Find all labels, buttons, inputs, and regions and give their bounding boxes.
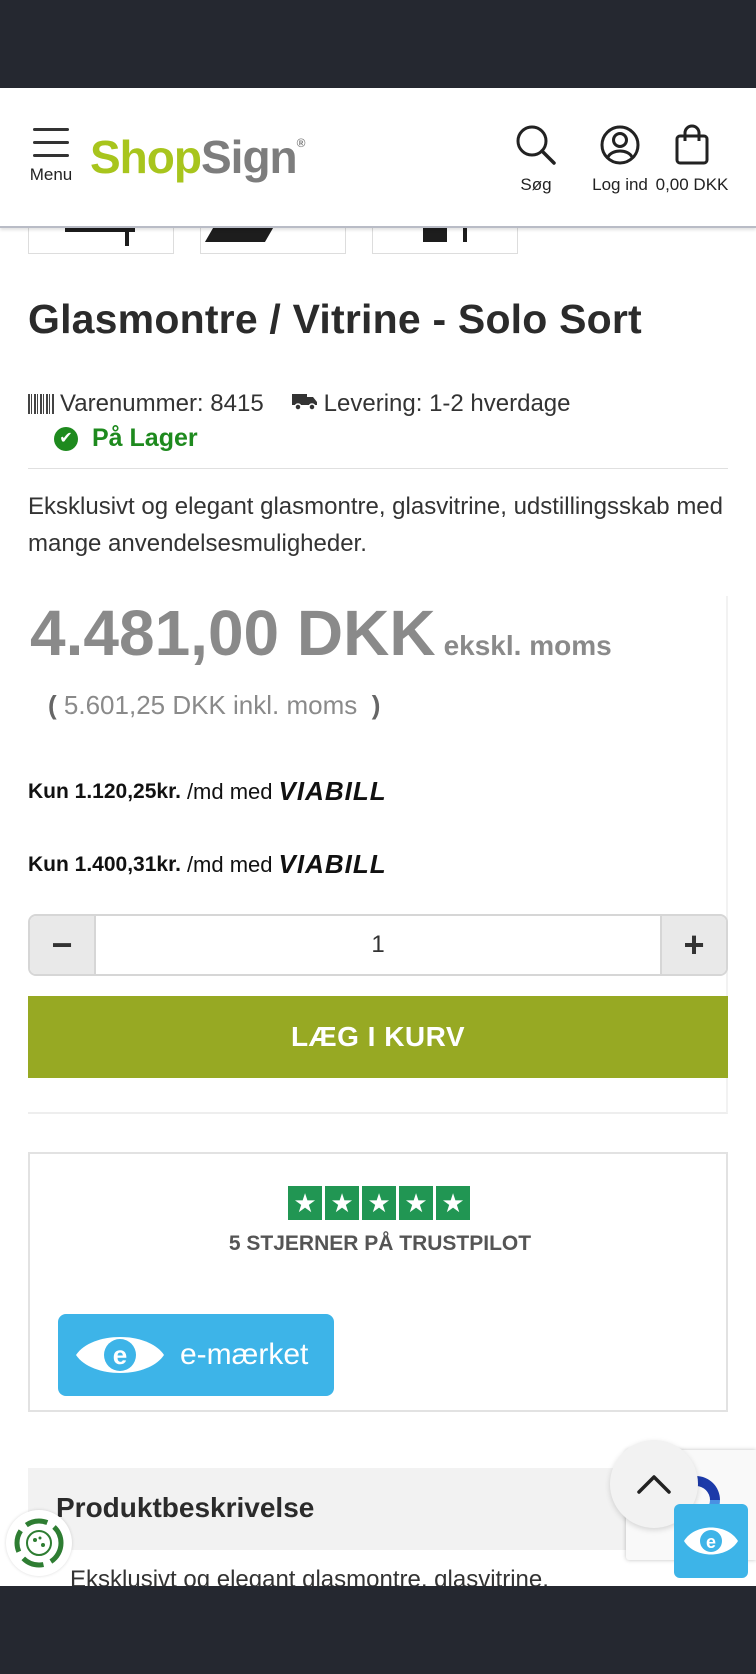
cookie-icon — [14, 1518, 64, 1568]
site-header: Menu ShopSign® Søg Log ind 0,00 DKK — [0, 88, 756, 228]
product-title: Glasmontre / Vitrine - Solo Sort — [28, 296, 642, 342]
logo-registered-mark: ® — [296, 136, 306, 150]
stock-status: ✔ På Lager — [54, 424, 198, 453]
paren-open: ( — [48, 690, 57, 720]
product-thumbnail[interactable] — [372, 228, 518, 254]
search-label: Søg — [520, 175, 552, 194]
emaerket-badge[interactable]: e e-mærket — [58, 1314, 334, 1396]
trustpilot-stars[interactable]: ★ ★ ★ ★ ★ — [288, 1186, 473, 1220]
eye-icon: e — [684, 1527, 738, 1555]
viabill-per-month: /md med — [186, 851, 273, 877]
viabill-offer-2[interactable]: Kun 1.400,31kr. /md med VIABILL — [28, 849, 387, 880]
truck-icon — [291, 390, 318, 418]
viabill-offer-1[interactable]: Kun 1.120,25kr. /md med VIABILL — [28, 776, 387, 807]
system-navigation-bar — [0, 1586, 756, 1674]
price-value: 4.481,00 DKK — [30, 597, 436, 669]
delivery-text: Levering: 1-2 hverdage — [323, 390, 571, 417]
svg-text:e: e — [706, 1532, 716, 1552]
sku-text: Varenummer: 8415 — [60, 390, 264, 417]
hamburger-icon — [26, 128, 76, 157]
cart-total: 0,00 DKK — [655, 175, 729, 194]
svg-text:e: e — [113, 1340, 127, 1370]
add-to-cart-button[interactable]: LÆG I KURV — [28, 996, 728, 1078]
search-icon — [516, 125, 556, 165]
quantity-input[interactable]: 1 — [96, 916, 660, 974]
check-circle-icon: ✔ — [54, 426, 78, 451]
viabill-amount: Kun 1.120,25kr. — [28, 779, 181, 803]
price-incl-vat: ( 5.601,25 DKK inkl. moms ) — [48, 690, 380, 721]
star-icon: ★ — [288, 1186, 322, 1220]
product-thumbnail[interactable] — [200, 228, 346, 254]
trust-box: ★ ★ ★ ★ ★ 5 STJERNER PÅ TRUSTPILOT e e-mærke… — [28, 1152, 728, 1412]
increase-quantity-button[interactable]: + — [660, 916, 726, 974]
product-meta: Varenummer: 8415 Levering: 1-2 hverdage — [28, 390, 571, 418]
viabill-logo: VIABILL — [278, 849, 387, 879]
cookie-settings-button[interactable] — [6, 1510, 72, 1576]
barcode-icon — [28, 394, 54, 414]
star-icon: ★ — [325, 1186, 359, 1220]
viabill-per-month: /md med — [186, 778, 273, 804]
stock-text: På Lager — [92, 424, 198, 452]
accessibility-eye-button[interactable]: e — [674, 1504, 748, 1578]
shopping-bag-icon — [675, 124, 709, 165]
ex-vat-label: ekskl. moms — [443, 630, 612, 661]
user-icon — [600, 125, 640, 165]
incl-vat-text: 5.601,25 DKK inkl. moms — [63, 690, 358, 720]
paren-close: ) — [371, 690, 381, 720]
viabill-amount: Kun 1.400,31kr. — [28, 852, 181, 876]
price-box: 4.481,00 DKK ekskl. moms ( 5.601,25 DKK i… — [28, 596, 728, 1114]
logo-shop-text: Shop — [90, 131, 202, 183]
cart-button[interactable]: 0,00 DKK — [650, 124, 734, 195]
star-icon: ★ — [399, 1186, 433, 1220]
system-status-bar — [0, 0, 756, 88]
decrease-quantity-button[interactable]: − — [30, 916, 96, 974]
chevron-up-icon — [637, 1475, 671, 1494]
trustpilot-text: 5 STJERNER PÅ TRUSTPILOT — [228, 1232, 532, 1255]
quantity-stepper: − 1 + — [28, 914, 728, 976]
product-description-heading: Produktbeskrivelse — [56, 1492, 315, 1523]
product-short-description: Eksklusivt og elegant glasmontre, glasvi… — [28, 493, 724, 557]
product-thumbnail[interactable] — [28, 228, 174, 254]
emaerket-text: e-mærket — [180, 1338, 309, 1371]
menu-label: Menu — [29, 165, 73, 184]
shopsign-logo[interactable]: ShopSign® — [90, 130, 305, 184]
price-ex-vat: 4.481,00 DKK ekskl. moms — [30, 596, 612, 670]
divider — [28, 468, 728, 469]
star-icon: ★ — [362, 1186, 396, 1220]
emaerket-eye-icon: e — [76, 1337, 164, 1373]
viabill-logo: VIABILL — [278, 776, 387, 806]
logo-sign-text: Sign — [200, 131, 298, 183]
search-button[interactable]: Søg — [512, 124, 560, 195]
menu-button[interactable]: Menu — [26, 128, 76, 185]
star-icon: ★ — [436, 1186, 470, 1220]
